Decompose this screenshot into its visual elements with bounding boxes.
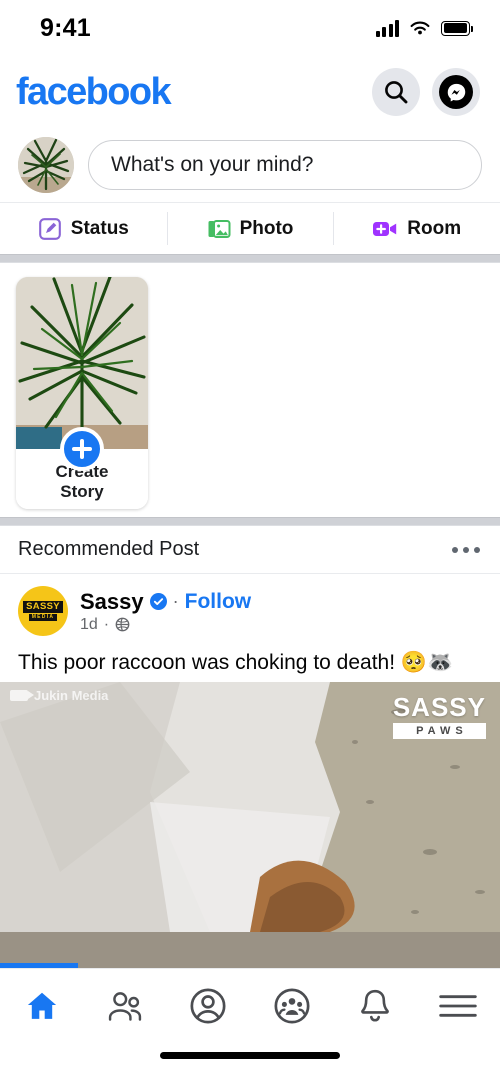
room-button[interactable]: Room [333, 203, 500, 254]
author-separator: · [172, 591, 179, 611]
profile-circle-icon [190, 988, 226, 1023]
post-video[interactable]: Jukin Media SASSY PAWS [0, 682, 500, 968]
home-indicator-bar[interactable] [160, 1052, 340, 1059]
bell-icon [361, 989, 389, 1022]
globe-public-icon [115, 617, 130, 632]
composer-quick-actions: Status Photo Room [0, 202, 500, 254]
section-divider [0, 254, 500, 263]
tab-home[interactable] [0, 969, 83, 1042]
search-button[interactable] [372, 68, 420, 116]
recommended-post-title: Recommended Post [18, 538, 200, 560]
create-story-thumbnail [16, 277, 148, 449]
post-author-row: Sassy · Follow [80, 589, 251, 615]
jukin-media-watermark: Jukin Media [10, 688, 108, 703]
tab-notifications[interactable] [333, 969, 416, 1042]
verified-badge-icon [149, 593, 167, 610]
page-avatar-top-text: SASSY [23, 600, 63, 613]
bottom-tab-bar [0, 968, 500, 1042]
search-icon [385, 81, 408, 104]
submeta-separator: · [103, 615, 110, 633]
home-icon [27, 992, 56, 1019]
facebook-logo: facebook [16, 71, 172, 113]
messenger-icon [439, 75, 473, 109]
photo-library-icon [208, 219, 231, 238]
page-avatar[interactable]: SASSY MEDIA [18, 586, 68, 636]
battery-full-icon [441, 20, 473, 36]
page-name[interactable]: Sassy [80, 589, 144, 615]
sassy-paws-line1: SASSY [392, 692, 486, 722]
user-avatar[interactable] [18, 137, 74, 193]
recommended-post-bar: Recommended Post [0, 526, 500, 574]
plus-icon[interactable] [60, 427, 104, 471]
tab-menu[interactable] [417, 969, 500, 1042]
facebook-mobile-app: 9:41 facebook What's on your mind? Statu… [0, 0, 500, 1080]
tab-groups[interactable] [250, 969, 333, 1042]
home-indicator-area [0, 1042, 500, 1080]
tab-friends[interactable] [83, 969, 166, 1042]
groups-icon [274, 988, 310, 1023]
edit-pencil-icon [38, 217, 61, 240]
wifi-icon [410, 21, 430, 35]
more-options-icon[interactable] [450, 537, 482, 563]
post-text: This poor raccoon was choking to death! … [18, 651, 454, 674]
follow-button[interactable]: Follow [185, 590, 252, 614]
photo-label: Photo [239, 217, 294, 239]
cellular-signal-icon [375, 19, 399, 37]
messenger-button[interactable] [432, 68, 480, 116]
room-label: Room [407, 217, 462, 239]
app-header: facebook [0, 56, 500, 128]
jukin-media-label: Jukin Media [34, 688, 109, 703]
status-button[interactable]: Status [0, 203, 167, 254]
feed-divider [0, 517, 500, 526]
tab-profile[interactable] [167, 969, 250, 1042]
post-submeta: 1d · [80, 616, 251, 634]
friends-icon [108, 991, 142, 1021]
post-meta: Sassy · Follow 1d · [80, 589, 251, 634]
video-room-icon [373, 221, 397, 236]
post-composer: What's on your mind? [0, 128, 500, 202]
create-story-line2: Story [60, 482, 104, 502]
post-header: SASSY MEDIA Sassy · Follow 1d · [0, 574, 500, 642]
status-bar: 9:41 [0, 0, 500, 56]
stories-tray[interactable]: Create Story [0, 263, 500, 517]
post-timestamp: 1d [80, 615, 98, 633]
video-camera-icon [10, 690, 34, 701]
photo-button[interactable]: Photo [166, 203, 334, 254]
page-avatar-bottom-text: MEDIA [28, 613, 58, 622]
status-label: Status [70, 217, 129, 239]
composer-input[interactable]: What's on your mind? [88, 140, 482, 190]
sassy-paws-line2: PAWS [392, 723, 486, 739]
sassy-paws-watermark: SASSY PAWS [392, 692, 486, 739]
status-icons [375, 19, 473, 37]
hamburger-menu-icon [439, 994, 478, 1017]
create-story-card[interactable]: Create Story [16, 277, 148, 509]
header-actions [372, 68, 480, 116]
video-progress-bar[interactable] [0, 963, 78, 968]
status-time: 9:41 [40, 13, 91, 42]
